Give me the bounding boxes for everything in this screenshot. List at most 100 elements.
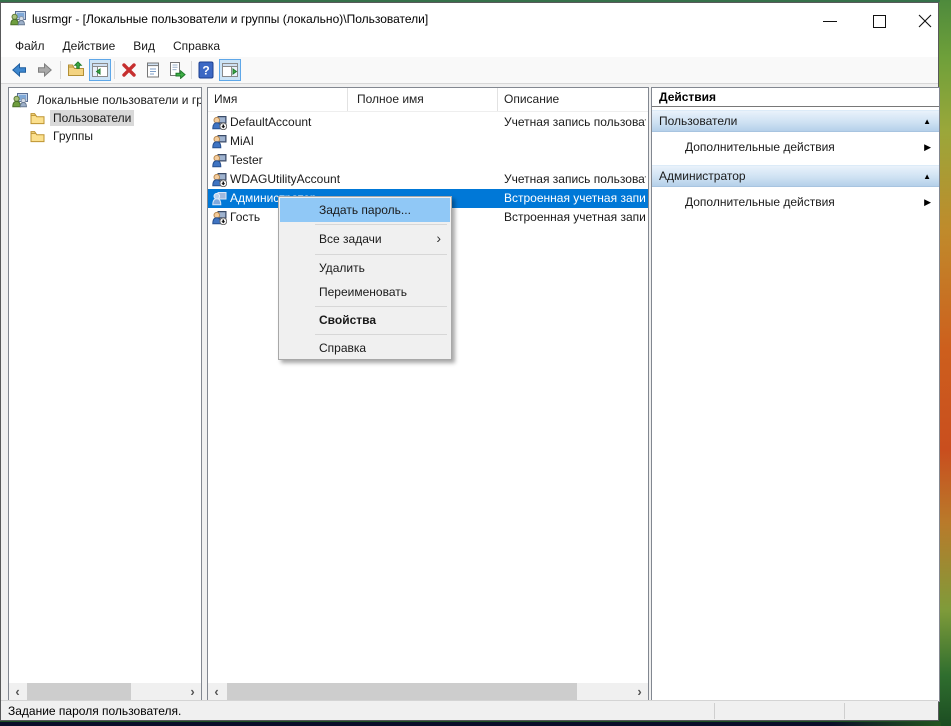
lusrmgr-window: lusrmgr - [Локальные пользователи и груп… bbox=[0, 2, 939, 721]
scroll-left-icon[interactable]: ‹ bbox=[9, 683, 26, 700]
users-list-pane: Имя Полное имя Описание Default bbox=[207, 87, 649, 701]
user-icon bbox=[212, 134, 227, 149]
user-row-tester[interactable]: Tester bbox=[208, 151, 648, 170]
menu-item-label: Переименовать bbox=[280, 285, 407, 299]
folder-icon bbox=[30, 111, 45, 126]
show-console-tree-button[interactable] bbox=[89, 59, 111, 81]
menu-separator bbox=[315, 306, 447, 307]
user-description: Учетная запись пользоват bbox=[504, 172, 646, 186]
tree-item-groups[interactable]: Группы bbox=[30, 127, 96, 145]
up-one-level-button[interactable] bbox=[65, 59, 87, 81]
menu-item-help[interactable]: Справка bbox=[280, 336, 450, 360]
menu-separator bbox=[315, 224, 447, 225]
minimize-button[interactable] bbox=[823, 21, 837, 22]
close-button[interactable] bbox=[918, 14, 932, 28]
toolbar: ? bbox=[1, 57, 938, 84]
menu-item-label: Задать пароль... bbox=[280, 203, 411, 217]
tree-item-users-label: Пользователи bbox=[50, 110, 134, 126]
collapse-icon[interactable]: ▲ bbox=[923, 117, 931, 126]
flyout-arrow-icon: ▶ bbox=[924, 197, 931, 208]
menu-item-set-password[interactable]: Задать пароль... bbox=[280, 198, 450, 222]
actions-pane-title: Действия bbox=[652, 88, 939, 107]
properties-icon bbox=[144, 61, 162, 79]
help-icon: ? bbox=[197, 61, 215, 79]
menu-item-delete[interactable]: Удалить bbox=[280, 256, 450, 280]
menu-item-label: Свойства bbox=[280, 313, 376, 327]
more-actions-users[interactable]: Дополнительные действия ▶ bbox=[652, 133, 939, 161]
tree-item-groups-label: Группы bbox=[50, 128, 96, 144]
column-header-fullname[interactable]: Полное имя bbox=[357, 92, 424, 106]
menu-action[interactable]: Действие bbox=[54, 36, 125, 56]
scroll-right-icon[interactable]: › bbox=[184, 683, 201, 700]
scroll-left-icon[interactable]: ‹ bbox=[208, 683, 225, 700]
user-disabled-icon bbox=[212, 210, 227, 225]
menu-item-label: Удалить bbox=[280, 261, 365, 275]
tree-root-item[interactable]: Локальные пользователи и гру bbox=[12, 91, 202, 109]
column-divider[interactable] bbox=[347, 88, 348, 111]
status-bar: Задание пароля пользователя. bbox=[1, 700, 938, 720]
actions-pane: Действия Пользователи ▲ Дополнительные д… bbox=[651, 87, 940, 702]
more-actions-users-label: Дополнительные действия bbox=[685, 140, 835, 154]
actions-pane-icon bbox=[221, 61, 239, 79]
more-actions-administrator-label: Дополнительные действия bbox=[685, 195, 835, 209]
toolbar-separator bbox=[60, 61, 61, 79]
maximize-button[interactable] bbox=[873, 15, 886, 28]
menu-item-properties[interactable]: Свойства bbox=[280, 308, 450, 332]
user-disabled-icon bbox=[212, 115, 227, 130]
user-icon bbox=[212, 153, 227, 168]
user-row-miai[interactable]: MiAI bbox=[208, 132, 648, 151]
show-actions-pane-button[interactable] bbox=[219, 59, 241, 81]
status-text: Задание пароля пользователя. bbox=[8, 704, 181, 718]
properties-button[interactable] bbox=[142, 59, 164, 81]
console-tree-icon bbox=[91, 61, 109, 79]
svg-text:?: ? bbox=[202, 64, 209, 78]
help-button[interactable]: ? bbox=[195, 59, 217, 81]
menu-separator bbox=[315, 254, 447, 255]
context-menu: Задать пароль... Все задачи › Удалить Пе… bbox=[278, 196, 452, 360]
user-description: Учетная запись пользоват bbox=[504, 115, 646, 129]
forward-arrow-icon bbox=[36, 61, 54, 79]
scrollbar-thumb[interactable] bbox=[227, 683, 577, 700]
actions-section-users-label: Пользователи bbox=[659, 114, 737, 128]
desktop-wallpaper-bottom bbox=[0, 722, 941, 726]
menu-item-label: Справка bbox=[280, 341, 366, 355]
flyout-arrow-icon: ▶ bbox=[924, 142, 931, 153]
column-divider[interactable] bbox=[497, 88, 498, 111]
menu-help[interactable]: Справка bbox=[164, 36, 229, 56]
desktop: lusrmgr - [Локальные пользователи и груп… bbox=[0, 0, 951, 726]
user-row-wdagutilityaccount[interactable]: WDAGUtilityAccount Учетная запись пользо… bbox=[208, 170, 648, 189]
actions-section-users[interactable]: Пользователи ▲ bbox=[652, 110, 939, 132]
menu-item-label: Все задачи bbox=[280, 232, 382, 246]
window-title: lusrmgr - [Локальные пользователи и груп… bbox=[32, 12, 428, 26]
tree-horizontal-scrollbar[interactable]: ‹ › bbox=[9, 683, 201, 700]
delete-button[interactable] bbox=[118, 59, 140, 81]
column-header-name[interactable]: Имя bbox=[214, 92, 237, 106]
tree-root-label: Локальные пользователи и гру bbox=[34, 92, 202, 108]
forward-button[interactable] bbox=[34, 59, 56, 81]
back-button[interactable] bbox=[8, 59, 30, 81]
title-bar[interactable]: lusrmgr - [Локальные пользователи и груп… bbox=[1, 3, 938, 34]
scroll-right-icon[interactable]: › bbox=[631, 683, 648, 700]
menu-item-rename[interactable]: Переименовать bbox=[280, 280, 450, 304]
user-name: Гость bbox=[230, 210, 260, 224]
more-actions-administrator[interactable]: Дополнительные действия ▶ bbox=[652, 188, 939, 216]
delete-x-icon bbox=[120, 61, 138, 79]
menu-item-all-tasks[interactable]: Все задачи › bbox=[280, 227, 450, 251]
statusbar-divider bbox=[714, 703, 715, 719]
scrollbar-thumb[interactable] bbox=[27, 683, 131, 700]
actions-section-administrator[interactable]: Администратор ▲ bbox=[652, 165, 939, 187]
back-arrow-icon bbox=[10, 61, 28, 79]
user-row-defaultaccount[interactable]: DefaultAccount Учетная запись пользоват bbox=[208, 113, 648, 132]
toolbar-separator bbox=[114, 61, 115, 79]
menu-bar: Файл Действие Вид Справка bbox=[1, 34, 938, 57]
list-horizontal-scrollbar[interactable]: ‹ › bbox=[208, 683, 648, 700]
export-list-button[interactable] bbox=[166, 59, 188, 81]
console-tree-pane: Локальные пользователи и гру Пользовател… bbox=[8, 87, 202, 701]
menu-view[interactable]: Вид bbox=[124, 36, 164, 56]
tree-item-users[interactable]: Пользователи bbox=[30, 109, 134, 127]
user-name: MiAI bbox=[230, 134, 254, 148]
user-disabled-icon bbox=[212, 172, 227, 187]
column-header-description[interactable]: Описание bbox=[504, 92, 559, 106]
collapse-icon[interactable]: ▲ bbox=[923, 172, 931, 181]
menu-file[interactable]: Файл bbox=[6, 36, 54, 56]
